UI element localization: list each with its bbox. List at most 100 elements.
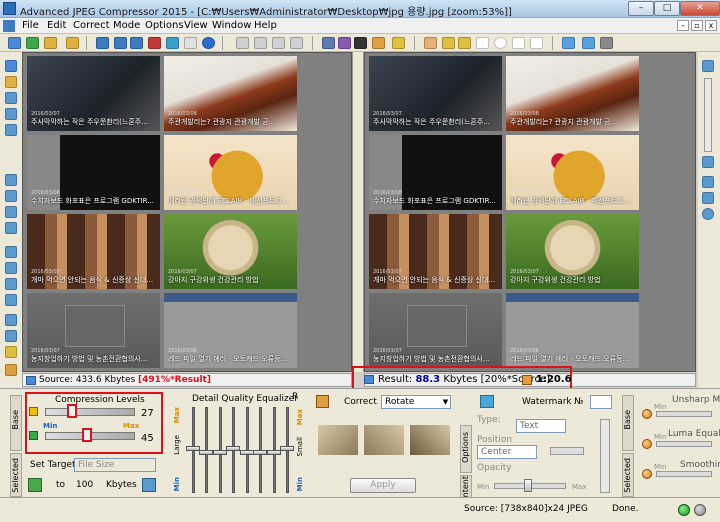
set-target-mode-select[interactable]: File Size bbox=[74, 458, 156, 472]
menu-correct[interactable]: Correct bbox=[73, 20, 110, 31]
batch-icon[interactable] bbox=[148, 37, 161, 49]
rotate-preview-1[interactable] bbox=[318, 425, 358, 455]
undo-icon[interactable] bbox=[236, 37, 249, 49]
equalizer-knob[interactable] bbox=[186, 446, 200, 451]
compression-slider-a-thumb[interactable] bbox=[67, 404, 77, 418]
zoom-fit-side-icon[interactable] bbox=[702, 192, 714, 204]
zoom-fit-icon[interactable] bbox=[458, 37, 471, 49]
overlay-icon[interactable] bbox=[5, 124, 17, 136]
thumbnail[interactable]: 2016/03/06 레드 파일 열기 에러 - 오토캐드 오류등... bbox=[506, 293, 639, 368]
smoothing-slider[interactable] bbox=[656, 471, 712, 477]
zoom-reset-icon[interactable] bbox=[702, 208, 714, 220]
smoothing-toggle[interactable] bbox=[642, 469, 652, 479]
brush-icon[interactable] bbox=[5, 364, 17, 376]
equalizer-knob[interactable] bbox=[280, 446, 294, 451]
menu-help[interactable]: Help bbox=[254, 20, 277, 31]
info-icon[interactable] bbox=[5, 278, 17, 290]
equalizer-knob[interactable] bbox=[199, 450, 213, 455]
menu-mode[interactable]: Mode bbox=[113, 20, 140, 31]
rotate-preview-2[interactable] bbox=[364, 425, 404, 455]
select-rectangle-icon[interactable] bbox=[476, 37, 489, 49]
luma-equal-toggle[interactable] bbox=[642, 439, 652, 449]
unsharp-mask-slider[interactable] bbox=[656, 411, 712, 417]
thumbnail[interactable]: 2016/03/06 레드 파일 열기 에러 - 오토캐드 오류등... bbox=[164, 293, 297, 368]
thumbnail[interactable]: 2016/03/08 주관개발리는? 관광지 관광개발 긍... bbox=[506, 56, 639, 131]
menu-options[interactable]: Options bbox=[145, 20, 184, 31]
zoom-in-icon[interactable] bbox=[702, 60, 714, 72]
thumbnail[interactable]: 2016/03/08 수치자보드 화포표은 프로그램 GDKTIR... bbox=[27, 135, 160, 210]
tab-content[interactable]: Content bbox=[460, 475, 472, 508]
pencil-icon[interactable] bbox=[392, 37, 405, 49]
equalizer-knob[interactable] bbox=[240, 450, 254, 455]
thumbnail[interactable]: 2016/03/07 주사막막하는 작은 주우쭌촨리(느혼주... bbox=[27, 56, 160, 131]
histogram-icon[interactable] bbox=[5, 246, 17, 258]
folder-open-icon[interactable] bbox=[44, 37, 57, 49]
equalizer-knob[interactable] bbox=[253, 450, 267, 455]
split-view-icon[interactable] bbox=[5, 108, 17, 120]
thumbnail[interactable]: 2016/03/07 농지창업하기 방법 및 농촌전환협의사... bbox=[27, 293, 160, 368]
correct-icon[interactable] bbox=[316, 395, 329, 408]
crop-icon[interactable] bbox=[322, 37, 335, 49]
compression-slider-b-thumb[interactable] bbox=[82, 428, 92, 442]
mdi-close-button[interactable]: x bbox=[705, 20, 717, 31]
refresh-icon[interactable] bbox=[26, 37, 39, 49]
thumbnail[interactable]: 2016/03/08 에리린 경력단혜 ECLAIR - 패션프트그... bbox=[506, 135, 639, 210]
mdi-restore-button[interactable]: ▫ bbox=[691, 20, 703, 31]
watermark-scrollbar[interactable] bbox=[600, 419, 610, 493]
edit-icon[interactable] bbox=[372, 37, 385, 49]
rotate-preview-3[interactable] bbox=[410, 425, 450, 455]
print-icon[interactable] bbox=[184, 37, 197, 49]
email-icon[interactable] bbox=[166, 37, 179, 49]
pan-hand-icon[interactable] bbox=[424, 37, 437, 49]
key-icon[interactable] bbox=[5, 76, 17, 88]
tab-selected[interactable]: Selected bbox=[10, 453, 22, 497]
quality-high-icon[interactable] bbox=[29, 407, 38, 416]
title-bar[interactable]: Advanced JPEG Compressor 2015 - [C:₩User… bbox=[0, 0, 720, 18]
redo-icon[interactable] bbox=[254, 37, 267, 49]
actual-size-icon[interactable] bbox=[582, 37, 595, 49]
menu-edit[interactable]: Edit bbox=[47, 20, 66, 31]
fit-window-icon[interactable] bbox=[562, 37, 575, 49]
mdi-minimize-button[interactable]: – bbox=[677, 20, 689, 31]
preview-eye-icon[interactable] bbox=[354, 37, 367, 49]
watermark-opacity-thumb[interactable] bbox=[524, 479, 532, 492]
unsharp-mask-toggle[interactable] bbox=[642, 409, 652, 419]
layout-icon[interactable] bbox=[5, 174, 17, 186]
tab-base[interactable]: Base bbox=[10, 395, 22, 451]
watermark-icon[interactable] bbox=[480, 395, 494, 408]
source-image-panel[interactable]: 2016/03/07 주사막막하는 작은 주우쭌촨리(느혼주... 2016/03… bbox=[22, 52, 352, 372]
zoom-100-icon[interactable] bbox=[702, 176, 714, 188]
navigator-icon[interactable] bbox=[5, 60, 17, 72]
compression-slider-a[interactable] bbox=[45, 408, 135, 416]
document-icon[interactable] bbox=[3, 20, 15, 32]
tile-icon[interactable] bbox=[5, 190, 17, 202]
watermark-position-select[interactable]: Center bbox=[477, 445, 537, 459]
tab-options[interactable]: Options bbox=[460, 425, 472, 473]
save-icon[interactable] bbox=[96, 37, 109, 49]
apply-button[interactable]: Apply bbox=[350, 478, 416, 493]
select-freeform-icon[interactable] bbox=[512, 37, 525, 49]
resize-icon[interactable] bbox=[338, 37, 351, 49]
menu-view[interactable]: View bbox=[184, 20, 208, 31]
paste-icon[interactable] bbox=[290, 37, 303, 49]
thumbnail[interactable]: 2016/03/07 강아지 구강위생 건강관리 방법 bbox=[506, 214, 639, 289]
thumbnail[interactable]: 2016/03/07 주사막막하는 작은 주우쭌촨리(느혼주... bbox=[369, 56, 502, 131]
select-polygon-icon[interactable] bbox=[530, 37, 543, 49]
zoom-out-icon[interactable] bbox=[702, 156, 714, 168]
compare-icon[interactable] bbox=[5, 92, 17, 104]
settings-icon[interactable] bbox=[600, 37, 613, 49]
table-icon[interactable] bbox=[5, 330, 17, 342]
luma-equal-slider[interactable] bbox=[656, 441, 712, 447]
copy-icon[interactable] bbox=[272, 37, 285, 49]
watermark-type-select[interactable]: Text bbox=[516, 419, 566, 433]
watermark-position-slider[interactable] bbox=[550, 447, 584, 455]
tab-selected-filters[interactable]: Selected bbox=[622, 453, 634, 497]
thumbnail[interactable]: 2016/03/08 주관개발리는? 관광지 관광개발 긍... bbox=[164, 56, 297, 131]
equalizer-knob[interactable] bbox=[267, 450, 281, 455]
quality-low-icon[interactable] bbox=[29, 431, 38, 440]
help-icon[interactable] bbox=[202, 37, 215, 49]
list-icon[interactable] bbox=[5, 314, 17, 326]
result-image-panel[interactable]: 2016/03/07 주사막막하는 작은 주우쭌촨리(느혼주... 2016/03… bbox=[364, 52, 696, 372]
open-icon[interactable] bbox=[8, 37, 21, 49]
pencil-tool-icon[interactable] bbox=[5, 346, 17, 358]
